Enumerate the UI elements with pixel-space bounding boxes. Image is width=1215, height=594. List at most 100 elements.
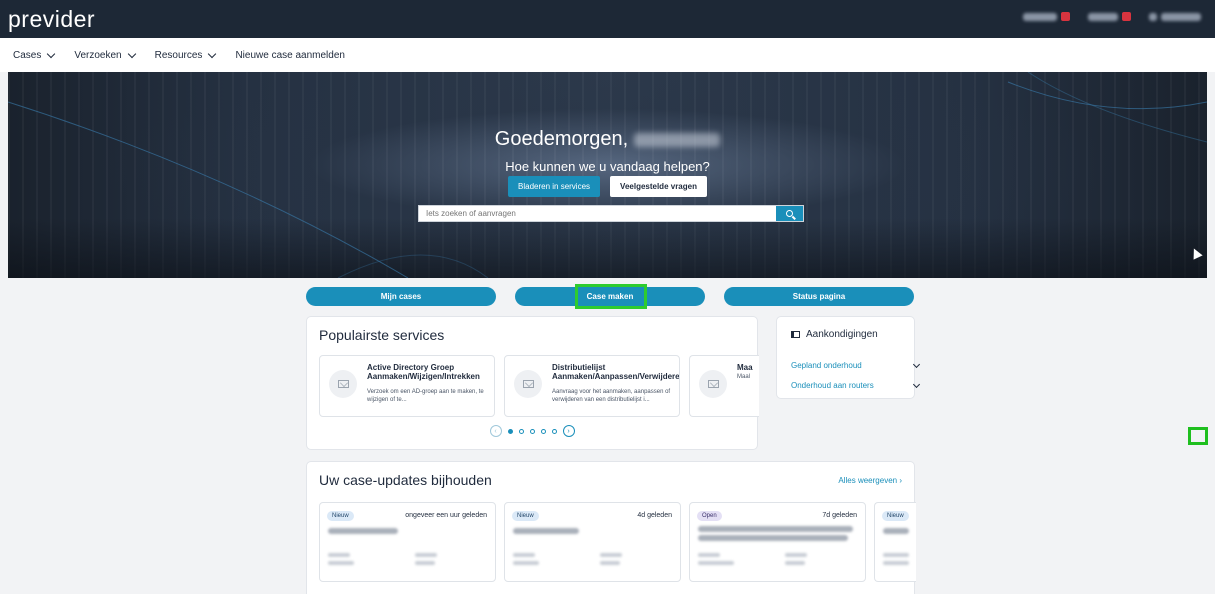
case-update-card[interactable]: Open 7d geleden	[689, 502, 866, 582]
meta-value-blurred	[883, 561, 909, 565]
nav-new-case-label: Nieuwe case aanmelden	[235, 49, 345, 61]
topbar-cart[interactable]	[1088, 12, 1131, 21]
meta-label-blurred	[785, 553, 807, 557]
case-updates-card: Uw case-updates bijhouden Alles weergeve…	[306, 461, 916, 594]
service-description: Maal	[737, 374, 751, 380]
meta-label-blurred	[328, 553, 350, 557]
meta-value-blurred	[328, 561, 354, 565]
case-title-blurred	[513, 528, 579, 534]
highlight-marker	[575, 284, 647, 309]
status-badge: Nieuw	[327, 511, 354, 521]
topbar-notifications[interactable]	[1023, 12, 1070, 21]
service-title: Distributielijst Aanmaken/Aanpassen/Verw…	[552, 363, 680, 381]
hero-decorative-lines	[8, 72, 1207, 278]
logo[interactable]: previder	[8, 6, 95, 33]
chevron-right-icon: ›	[899, 476, 902, 485]
update-time: 4d geleden	[637, 512, 672, 519]
status-badge: Nieuw	[512, 511, 539, 521]
topbar-actions	[1023, 12, 1201, 21]
chevron-down-icon	[47, 49, 56, 58]
hero-subtitle: Hoe kunnen we u vandaag helpen?	[505, 159, 710, 174]
my-cases-button[interactable]: Mijn cases	[306, 287, 496, 306]
case-update-card[interactable]: Nieuw 4d geleden	[504, 502, 681, 582]
user-name-blurred	[634, 132, 721, 147]
case-update-card[interactable]: Nieuw ongeveer een uur geleden	[319, 502, 496, 582]
hero-banner: Goedemorgen, Hoe kunnen we u vandaag hel…	[8, 72, 1207, 278]
browse-services-button[interactable]: Bladeren in services	[508, 176, 601, 197]
pagination-dot[interactable]	[507, 428, 513, 434]
meta-value-blurred	[600, 561, 620, 565]
service-title: Active Directory Groep Aanmaken/Wijzigen…	[367, 363, 480, 381]
announcement-label: Gepland onderhoud	[791, 361, 862, 370]
megaphone-icon	[791, 331, 800, 338]
service-card[interactable]: Maa Maal	[689, 355, 759, 417]
cart-badge	[1122, 12, 1131, 21]
search-input[interactable]	[419, 206, 776, 221]
meta-label-blurred	[698, 553, 720, 557]
pagination-dot[interactable]	[551, 428, 557, 434]
pagination-dot[interactable]	[540, 428, 546, 434]
announcement-item[interactable]: Gepland onderhoud	[791, 360, 921, 370]
user-name	[1161, 12, 1201, 21]
meta-value-blurred	[785, 561, 805, 565]
meta-value-blurred	[513, 561, 539, 565]
cart-label	[1088, 12, 1118, 21]
top-bar: previder	[0, 0, 1215, 38]
meta-value-blurred	[698, 561, 734, 565]
announcements-header: Aankondigingen	[791, 329, 878, 340]
announcements-title: Aankondigingen	[806, 329, 878, 340]
case-updates-title: Uw case-updates bijhouden	[319, 472, 492, 488]
user-avatar	[1149, 12, 1157, 21]
status-page-button[interactable]: Status pagina	[724, 287, 914, 306]
chevron-down-icon	[208, 49, 217, 58]
service-card[interactable]: Active Directory Groep Aanmaken/Wijzigen…	[319, 355, 495, 417]
announcement-item[interactable]: Onderhoud aan routers	[791, 380, 921, 390]
envelope-icon	[699, 370, 727, 398]
topbar-user-menu[interactable]	[1149, 12, 1201, 21]
chevron-down-icon	[912, 360, 921, 368]
notifications-label	[1023, 12, 1057, 21]
search-icon	[786, 210, 793, 217]
popular-services-title: Populairste services	[319, 327, 445, 343]
popular-services-card: Populairste services Active Directory Gr…	[306, 316, 759, 450]
greeting-text: Goedemorgen,	[494, 128, 629, 150]
service-card[interactable]: Distributielijst Aanmaken/Aanpassen/Verw…	[504, 355, 680, 417]
case-title-blurred	[328, 528, 398, 534]
faq-button[interactable]: Veelgestelde vragen	[610, 176, 707, 197]
nav-resources[interactable]: Resources	[154, 49, 217, 61]
nav-new-case[interactable]: Nieuwe case aanmelden	[235, 50, 345, 61]
prev-arrow-icon[interactable]: ‹	[489, 425, 502, 437]
meta-label-blurred	[513, 553, 535, 557]
meta-value-blurred	[415, 561, 435, 565]
search-button[interactable]	[776, 206, 803, 221]
nav-verzoeken[interactable]: Verzoeken	[74, 49, 136, 61]
meta-label-blurred	[883, 553, 909, 557]
highlight-marker	[1188, 427, 1208, 445]
nav-cases-label: Cases	[13, 49, 42, 61]
service-title: Maa	[737, 363, 753, 372]
service-description: Verzoek om een AD-groep aan te maken, te…	[367, 389, 484, 403]
view-all-link[interactable]: Alles weergeven ›	[838, 476, 902, 485]
nav-resources-label: Resources	[154, 49, 203, 61]
status-badge: Open	[697, 511, 722, 521]
service-description: Aanvraag voor het aanmaken, aanpassen of…	[552, 389, 671, 403]
case-title-blurred	[698, 535, 848, 541]
meta-label-blurred	[415, 553, 437, 557]
envelope-icon	[514, 370, 542, 398]
meta-label-blurred	[600, 553, 622, 557]
nav-cases[interactable]: Cases	[13, 49, 56, 61]
pagination-dot[interactable]	[529, 428, 535, 434]
announcement-label: Onderhoud aan routers	[791, 381, 874, 390]
next-arrow-icon[interactable]: ›	[562, 425, 575, 437]
case-title-blurred	[698, 526, 853, 532]
envelope-icon	[329, 370, 357, 398]
pagination-dot[interactable]	[518, 428, 524, 434]
greeting: Goedemorgen,	[8, 128, 1207, 151]
case-title-blurred	[883, 528, 909, 534]
services-pagination: ‹ ›	[307, 425, 757, 437]
update-time: 7d geleden	[822, 512, 857, 519]
case-update-card[interactable]: Nieuw	[874, 502, 916, 582]
status-badge: Nieuw	[882, 511, 909, 521]
announcements-card: Aankondigingen Gepland onderhoud Onderho…	[776, 316, 921, 399]
search-bar	[418, 205, 804, 222]
